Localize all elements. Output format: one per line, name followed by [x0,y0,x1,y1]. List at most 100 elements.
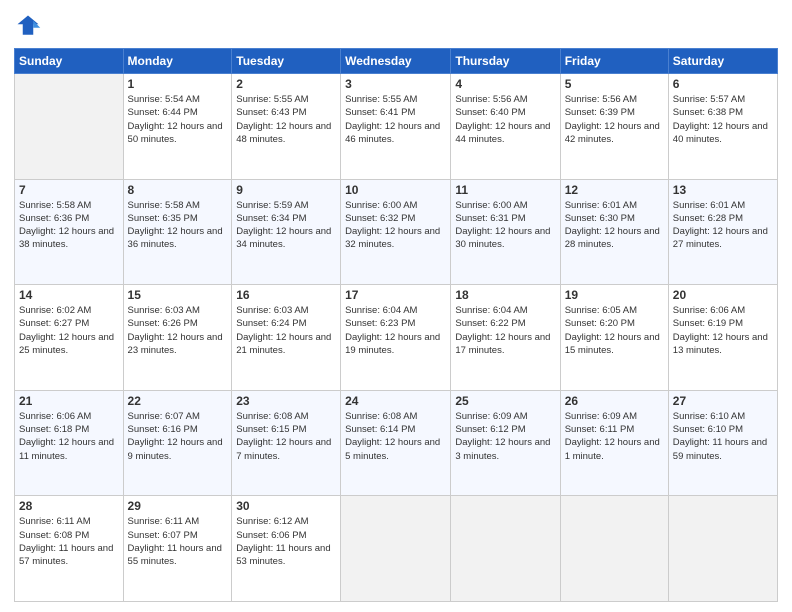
cell-info: Sunrise: 6:11 AMSunset: 6:08 PMDaylight:… [19,515,119,568]
day-number: 29 [128,499,228,513]
cell-info: Sunrise: 6:07 AMSunset: 6:16 PMDaylight:… [128,410,228,463]
calendar-cell: 5Sunrise: 5:56 AMSunset: 6:39 PMDaylight… [560,74,668,180]
cell-info: Sunrise: 6:01 AMSunset: 6:28 PMDaylight:… [673,199,773,252]
calendar-cell: 1 Sunrise: 5:54 AMSunset: 6:44 PMDaylight… [123,74,232,180]
day-number: 17 [345,288,446,302]
calendar-cell: 20Sunrise: 6:06 AMSunset: 6:19 PMDayligh… [668,285,777,391]
day-number: 8 [128,183,228,197]
cell-info: Sunrise: 5:55 AMSunset: 6:41 PMDaylight:… [345,93,446,146]
cell-info: Sunrise: 6:04 AMSunset: 6:22 PMDaylight:… [455,304,555,357]
cell-info: Sunrise: 6:08 AMSunset: 6:15 PMDaylight:… [236,410,336,463]
calendar-cell: 22 Sunrise: 6:07 AMSunset: 6:16 PMDayligh… [123,390,232,496]
calendar-cell: 12 Sunrise: 6:01 AMSunset: 6:30 PMDayligh… [560,179,668,285]
day-number: 12 [565,183,664,197]
calendar-cell: 11Sunrise: 6:00 AMSunset: 6:31 PMDayligh… [451,179,560,285]
calendar-cell [560,496,668,602]
page: SundayMondayTuesdayWednesdayThursdayFrid… [0,0,792,612]
calendar-cell: 30 Sunrise: 6:12 AMSunset: 6:06 PMDayligh… [232,496,341,602]
day-number: 27 [673,394,773,408]
calendar-cell: 25 Sunrise: 6:09 AMSunset: 6:12 PMDayligh… [451,390,560,496]
calendar-cell: 6Sunrise: 5:57 AMSunset: 6:38 PMDaylight… [668,74,777,180]
col-header-friday: Friday [560,49,668,74]
calendar-cell: 16 Sunrise: 6:03 AMSunset: 6:24 PMDayligh… [232,285,341,391]
col-header-monday: Monday [123,49,232,74]
day-number: 5 [565,77,664,91]
col-header-saturday: Saturday [668,49,777,74]
cell-info: Sunrise: 5:58 AMSunset: 6:35 PMDaylight:… [128,199,228,252]
cell-info: Sunrise: 5:54 AMSunset: 6:44 PMDaylight:… [128,93,228,146]
cell-info: Sunrise: 5:55 AMSunset: 6:43 PMDaylight:… [236,93,336,146]
cell-info: Sunrise: 6:04 AMSunset: 6:23 PMDaylight:… [345,304,446,357]
day-number: 10 [345,183,446,197]
cell-info: Sunrise: 6:09 AMSunset: 6:11 PMDaylight:… [565,410,664,463]
calendar-week-4: 21 Sunrise: 6:06 AMSunset: 6:18 PMDayligh… [15,390,778,496]
day-number: 16 [236,288,336,302]
day-number: 7 [19,183,119,197]
day-number: 21 [19,394,119,408]
cell-info: Sunrise: 6:11 AMSunset: 6:07 PMDaylight:… [128,515,228,568]
cell-info: Sunrise: 5:58 AMSunset: 6:36 PMDaylight:… [19,199,119,252]
cell-info: Sunrise: 6:00 AMSunset: 6:32 PMDaylight:… [345,199,446,252]
calendar-cell: 26 Sunrise: 6:09 AMSunset: 6:11 PMDayligh… [560,390,668,496]
cell-info: Sunrise: 6:03 AMSunset: 6:26 PMDaylight:… [128,304,228,357]
cell-info: Sunrise: 5:59 AMSunset: 6:34 PMDaylight:… [236,199,336,252]
day-number: 18 [455,288,555,302]
calendar-cell: 4 Sunrise: 5:56 AMSunset: 6:40 PMDaylight… [451,74,560,180]
cell-info: Sunrise: 6:12 AMSunset: 6:06 PMDaylight:… [236,515,336,568]
cell-info: Sunrise: 6:05 AMSunset: 6:20 PMDaylight:… [565,304,664,357]
calendar-cell: 8 Sunrise: 5:58 AMSunset: 6:35 PMDaylight… [123,179,232,285]
day-number: 1 [128,77,228,91]
day-number: 9 [236,183,336,197]
day-number: 23 [236,394,336,408]
day-number: 24 [345,394,446,408]
calendar-week-3: 14Sunrise: 6:02 AMSunset: 6:27 PMDayligh… [15,285,778,391]
day-number: 19 [565,288,664,302]
cell-info: Sunrise: 6:09 AMSunset: 6:12 PMDaylight:… [455,410,555,463]
calendar-cell [668,496,777,602]
day-number: 25 [455,394,555,408]
calendar-cell: 15 Sunrise: 6:03 AMSunset: 6:26 PMDayligh… [123,285,232,391]
cell-info: Sunrise: 5:56 AMSunset: 6:40 PMDaylight:… [455,93,555,146]
col-header-tuesday: Tuesday [232,49,341,74]
calendar-week-5: 28Sunrise: 6:11 AMSunset: 6:08 PMDayligh… [15,496,778,602]
cell-info: Sunrise: 6:06 AMSunset: 6:19 PMDaylight:… [673,304,773,357]
cell-info: Sunrise: 6:08 AMSunset: 6:14 PMDaylight:… [345,410,446,463]
calendar-cell: 17 Sunrise: 6:04 AMSunset: 6:23 PMDayligh… [341,285,451,391]
col-header-sunday: Sunday [15,49,124,74]
day-number: 26 [565,394,664,408]
calendar-table: SundayMondayTuesdayWednesdayThursdayFrid… [14,48,778,602]
calendar-cell: 21 Sunrise: 6:06 AMSunset: 6:18 PMDayligh… [15,390,124,496]
cell-info: Sunrise: 6:10 AMSunset: 6:10 PMDaylight:… [673,410,773,463]
col-header-thursday: Thursday [451,49,560,74]
calendar-cell: 23 Sunrise: 6:08 AMSunset: 6:15 PMDayligh… [232,390,341,496]
day-number: 3 [345,77,446,91]
day-number: 4 [455,77,555,91]
header [14,12,778,40]
day-number: 22 [128,394,228,408]
day-number: 30 [236,499,336,513]
calendar-week-2: 7 Sunrise: 5:58 AMSunset: 6:36 PMDaylight… [15,179,778,285]
calendar-cell: 2 Sunrise: 5:55 AMSunset: 6:43 PMDaylight… [232,74,341,180]
cell-info: Sunrise: 6:03 AMSunset: 6:24 PMDaylight:… [236,304,336,357]
cell-info: Sunrise: 6:06 AMSunset: 6:18 PMDaylight:… [19,410,119,463]
calendar-cell: 13 Sunrise: 6:01 AMSunset: 6:28 PMDayligh… [668,179,777,285]
cell-info: Sunrise: 6:01 AMSunset: 6:30 PMDaylight:… [565,199,664,252]
day-number: 13 [673,183,773,197]
calendar-cell: 28Sunrise: 6:11 AMSunset: 6:08 PMDayligh… [15,496,124,602]
day-number: 2 [236,77,336,91]
calendar-cell [15,74,124,180]
day-number: 15 [128,288,228,302]
calendar-cell: 18 Sunrise: 6:04 AMSunset: 6:22 PMDayligh… [451,285,560,391]
col-header-wednesday: Wednesday [341,49,451,74]
calendar-cell: 9 Sunrise: 5:59 AMSunset: 6:34 PMDaylight… [232,179,341,285]
day-number: 6 [673,77,773,91]
calendar-cell: 29 Sunrise: 6:11 AMSunset: 6:07 PMDayligh… [123,496,232,602]
logo [14,12,46,40]
day-number: 14 [19,288,119,302]
calendar-cell [451,496,560,602]
calendar-week-1: 1 Sunrise: 5:54 AMSunset: 6:44 PMDaylight… [15,74,778,180]
calendar-cell: 3 Sunrise: 5:55 AMSunset: 6:41 PMDaylight… [341,74,451,180]
calendar-cell [341,496,451,602]
calendar-cell: 24 Sunrise: 6:08 AMSunset: 6:14 PMDayligh… [341,390,451,496]
calendar-cell: 7 Sunrise: 5:58 AMSunset: 6:36 PMDaylight… [15,179,124,285]
